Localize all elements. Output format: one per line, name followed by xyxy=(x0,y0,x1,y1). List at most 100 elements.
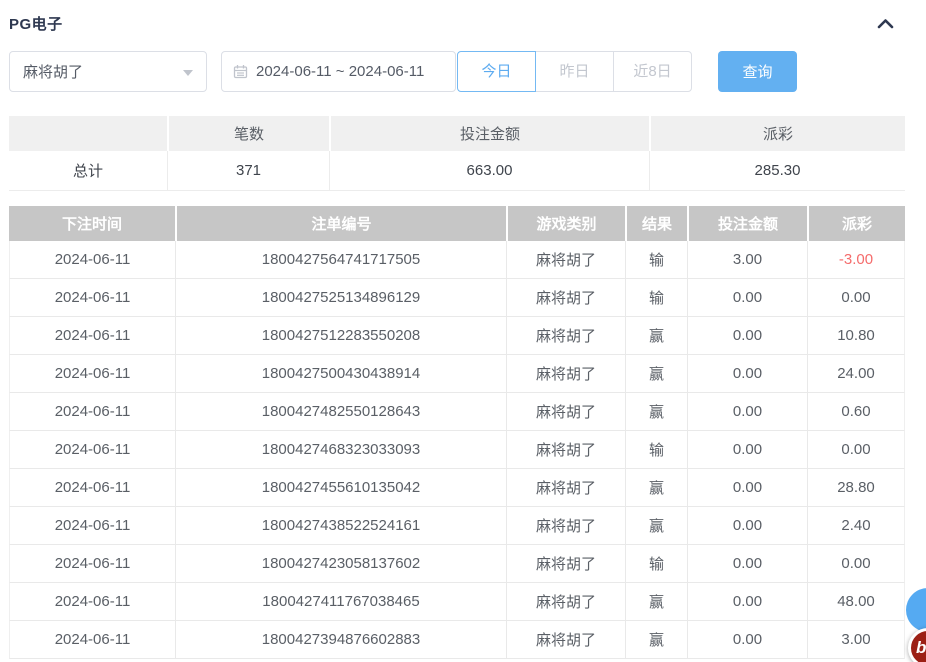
records-header-row: 下注时间 注单编号 游戏类别 结果 投注金额 派彩 xyxy=(9,206,905,241)
summary-total-row: 总计 371 663.00 285.30 xyxy=(9,151,905,191)
summary-header-count: 笔数 xyxy=(167,116,329,151)
record-bet-number: 1800427500430438914 xyxy=(175,355,506,393)
records-header-payout: 派彩 xyxy=(807,206,905,241)
record-bet-amount: 0.00 xyxy=(687,317,807,355)
records-header-game-type: 游戏类别 xyxy=(506,206,625,241)
record-result: 赢 xyxy=(625,469,687,507)
record-payout: -3.00 xyxy=(807,241,905,279)
record-bet-time: 2024-06-11 xyxy=(9,507,175,545)
record-bet-number: 1800427423058137602 xyxy=(175,545,506,583)
date-range-value: 2024-06-11 ~ 2024-06-11 xyxy=(256,63,424,80)
record-payout: 0.00 xyxy=(807,279,905,317)
records-body: 2024-06-11 1800427564741717505 麻将胡了 输 3.… xyxy=(9,241,905,659)
record-bet-time: 2024-06-11 xyxy=(9,583,175,621)
quick-button-yesterday[interactable]: 昨日 xyxy=(535,51,614,92)
record-row: 2024-06-11 1800427423058137602 麻将胡了 输 0.… xyxy=(9,545,905,583)
page-title: PG电子 xyxy=(9,13,63,34)
record-bet-number: 1800427482550128643 xyxy=(175,393,506,431)
record-game-type: 麻将胡了 xyxy=(506,431,625,469)
record-row: 2024-06-11 1800427394876602883 麻将胡了 赢 0.… xyxy=(9,621,905,659)
summary-header-bet-amount: 投注金额 xyxy=(329,116,649,151)
game-select[interactable]: 麻将胡了 xyxy=(9,51,207,92)
record-bet-amount: 0.00 xyxy=(687,279,807,317)
record-bet-amount: 0.00 xyxy=(687,583,807,621)
record-bet-amount: 0.00 xyxy=(687,469,807,507)
record-payout: 2.40 xyxy=(807,507,905,545)
record-bet-amount: 3.00 xyxy=(687,241,807,279)
summary-table: 笔数 投注金额 派彩 总计 371 663.00 285.30 xyxy=(9,116,905,191)
record-game-type: 麻将胡了 xyxy=(506,317,625,355)
record-game-type: 麻将胡了 xyxy=(506,241,625,279)
record-result: 赢 xyxy=(625,507,687,545)
record-game-type: 麻将胡了 xyxy=(506,583,625,621)
record-bet-number: 1800427394876602883 xyxy=(175,621,506,659)
record-result: 输 xyxy=(625,431,687,469)
chevron-up-icon xyxy=(877,18,894,29)
pg-panel: PG电子 麻将胡了 2024-06-11 ~ 2024 xyxy=(0,0,926,659)
record-bet-time: 2024-06-11 xyxy=(9,279,175,317)
record-game-type: 麻将胡了 xyxy=(506,279,625,317)
record-payout: 3.00 xyxy=(807,621,905,659)
record-row: 2024-06-11 1800427482550128643 麻将胡了 赢 0.… xyxy=(9,393,905,431)
record-row: 2024-06-11 1800427512283550208 麻将胡了 赢 0.… xyxy=(9,317,905,355)
record-row: 2024-06-11 1800427468323033093 麻将胡了 输 0.… xyxy=(9,431,905,469)
record-result: 赢 xyxy=(625,393,687,431)
record-game-type: 麻将胡了 xyxy=(506,469,625,507)
record-row: 2024-06-11 1800427455610135042 麻将胡了 赢 0.… xyxy=(9,469,905,507)
record-bet-time: 2024-06-11 xyxy=(9,469,175,507)
record-bet-number: 1800427564741717505 xyxy=(175,241,506,279)
query-button[interactable]: 查询 xyxy=(718,51,797,92)
record-bet-amount: 0.00 xyxy=(687,431,807,469)
record-bet-amount: 0.00 xyxy=(687,545,807,583)
record-bet-amount: 0.00 xyxy=(687,507,807,545)
record-row: 2024-06-11 1800427438522524161 麻将胡了 赢 0.… xyxy=(9,507,905,545)
collapse-button[interactable] xyxy=(873,13,897,33)
record-bet-number: 1800427455610135042 xyxy=(175,469,506,507)
record-result: 赢 xyxy=(625,355,687,393)
record-result: 赢 xyxy=(625,583,687,621)
record-bet-amount: 0.00 xyxy=(687,355,807,393)
summary-total-count: 371 xyxy=(167,151,329,191)
record-row: 2024-06-11 1800427525134896129 麻将胡了 输 0.… xyxy=(9,279,905,317)
record-row: 2024-06-11 1800427500430438914 麻将胡了 赢 0.… xyxy=(9,355,905,393)
record-bet-time: 2024-06-11 xyxy=(9,545,175,583)
records-header-bet-time: 下注时间 xyxy=(9,206,175,241)
records-header-bet-amount: 投注金额 xyxy=(687,206,807,241)
record-payout: 24.00 xyxy=(807,355,905,393)
record-row: 2024-06-11 1800427564741717505 麻将胡了 输 3.… xyxy=(9,241,905,279)
brand-glyph: b xyxy=(916,638,926,658)
summary-total-label: 总计 xyxy=(9,151,167,191)
records-table: 下注时间 注单编号 游戏类别 结果 投注金额 派彩 2024-06-11 180… xyxy=(9,206,905,659)
record-game-type: 麻将胡了 xyxy=(506,507,625,545)
record-payout: 10.80 xyxy=(807,317,905,355)
calendar-icon xyxy=(233,64,248,79)
summary-total-bet-amount: 663.00 xyxy=(329,151,649,191)
record-result: 输 xyxy=(625,279,687,317)
summary-total-payout: 285.30 xyxy=(649,151,905,191)
record-game-type: 麻将胡了 xyxy=(506,621,625,659)
record-game-type: 麻将胡了 xyxy=(506,355,625,393)
quick-button-today[interactable]: 今日 xyxy=(457,51,536,92)
record-bet-amount: 0.00 xyxy=(687,393,807,431)
record-row: 2024-06-11 1800427411767038465 麻将胡了 赢 0.… xyxy=(9,583,905,621)
record-bet-time: 2024-06-11 xyxy=(9,317,175,355)
record-bet-time: 2024-06-11 xyxy=(9,393,175,431)
record-payout: 0.00 xyxy=(807,545,905,583)
record-result: 赢 xyxy=(625,621,687,659)
quick-button-last8days[interactable]: 近8日 xyxy=(613,51,692,92)
record-bet-number: 1800427525134896129 xyxy=(175,279,506,317)
record-bet-time: 2024-06-11 xyxy=(9,355,175,393)
record-bet-number: 1800427512283550208 xyxy=(175,317,506,355)
record-result: 输 xyxy=(625,545,687,583)
record-payout: 0.00 xyxy=(807,431,905,469)
records-header-bet-number: 注单编号 xyxy=(175,206,506,241)
date-range-input[interactable]: 2024-06-11 ~ 2024-06-11 xyxy=(221,51,456,92)
record-payout: 48.00 xyxy=(807,583,905,621)
record-result: 输 xyxy=(625,241,687,279)
record-bet-number: 1800427411767038465 xyxy=(175,583,506,621)
record-bet-amount: 0.00 xyxy=(687,621,807,659)
filter-bar: 麻将胡了 2024-06-11 ~ 2024-06-11 今日 昨日 近8日 xyxy=(9,51,905,92)
record-bet-time: 2024-06-11 xyxy=(9,241,175,279)
record-bet-time: 2024-06-11 xyxy=(9,621,175,659)
record-result: 赢 xyxy=(625,317,687,355)
